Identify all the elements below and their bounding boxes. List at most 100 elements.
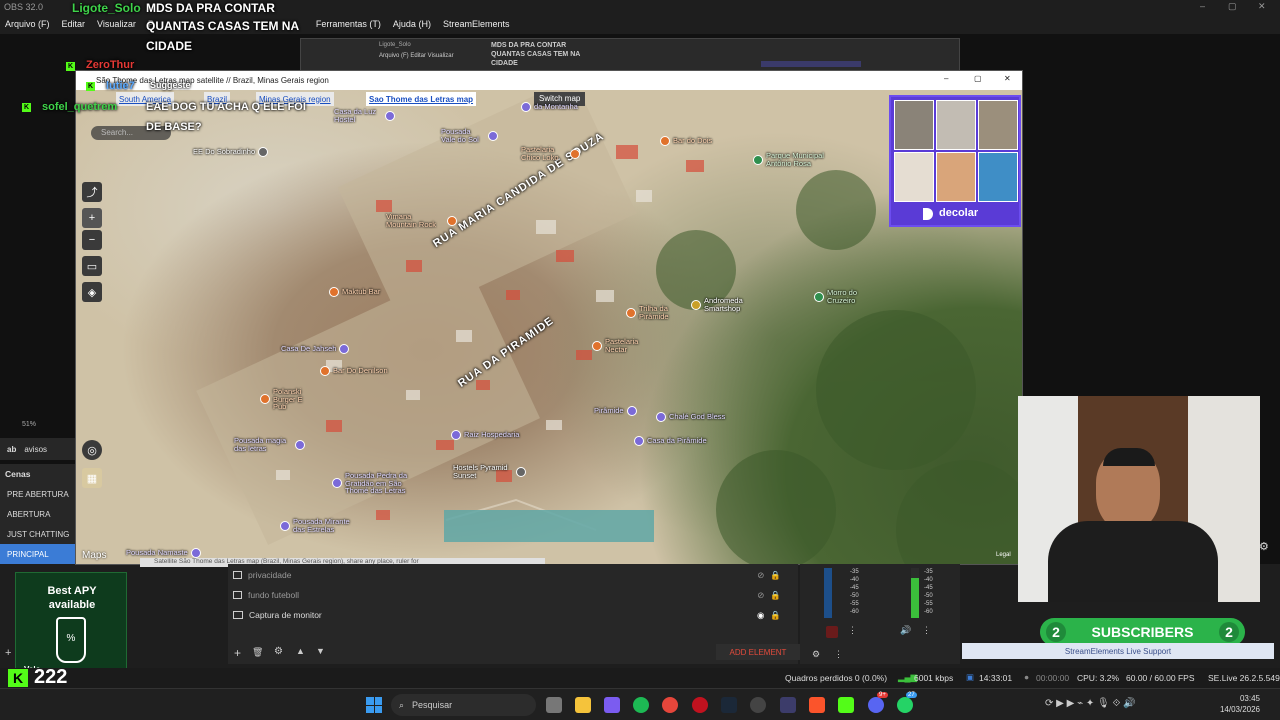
clock-date[interactable]: 14/03/2026 xyxy=(1210,705,1260,714)
poi-pedra-gratidao[interactable]: Pousada Pedra da Gratidão em São Thomé d… xyxy=(332,472,425,495)
source-privacidade[interactable]: privacidade ⊘ 🔒 xyxy=(233,566,793,584)
whatsapp-icon[interactable] xyxy=(897,697,913,713)
lock-icon[interactable]: 🔒 xyxy=(770,610,781,621)
mixer-menu-icon[interactable]: ⋮ xyxy=(848,625,857,636)
poi-magia-letras[interactable]: Pousada magia das letras xyxy=(234,437,305,452)
clock-time[interactable]: 03:45 xyxy=(1230,694,1260,703)
poi-vimana[interactable]: Vimana Mountain Rock xyxy=(386,213,457,228)
hidden-eye-icon[interactable]: ⊘ xyxy=(757,570,764,581)
legal-link[interactable]: Legal xyxy=(996,552,1011,558)
se-support-button[interactable]: StreamElements Live Support xyxy=(962,643,1274,659)
steam-icon[interactable] xyxy=(721,697,737,713)
ruler-icon[interactable]: ▭ xyxy=(82,256,102,276)
poi-pyramid-sunset[interactable]: Hostels Pyramid Sunset xyxy=(453,464,526,479)
kick-app-icon[interactable] xyxy=(838,697,854,713)
menu-editar[interactable]: Editar xyxy=(62,19,86,29)
poi-parque-municipal[interactable]: Parque Municipal Antônio Rosa xyxy=(753,152,846,167)
poi-polanski[interactable]: Polanski Burger E Pub xyxy=(260,388,315,411)
gear-icon[interactable]: ⚙ xyxy=(1259,540,1269,553)
zoom-out-button[interactable]: − xyxy=(82,230,102,250)
poi-morro-cruzeiro[interactable]: Morro do Cruzeiro xyxy=(814,289,867,304)
mixer-settings-icon[interactable]: ⚙ xyxy=(812,649,820,660)
poi-piramide[interactable]: Pirâmide xyxy=(594,406,637,416)
poi-vale-do-sol[interactable]: Pousada Vale do Sol xyxy=(441,128,498,143)
taskbar-search[interactable]: ⌕ Pesquisar xyxy=(391,694,536,716)
menu-arquivo[interactable]: Arquivo (F) xyxy=(5,19,50,29)
audio-source-row[interactable]: ab avisos xyxy=(0,438,75,460)
mute-icon[interactable] xyxy=(826,626,838,638)
poi-andromeda[interactable]: Andromeda Smartshop xyxy=(691,297,754,312)
move-up-icon[interactable]: ▲ xyxy=(296,646,305,656)
poi-chico-loko[interactable]: Pastelaria Chico Loko xyxy=(521,146,580,161)
map-minimize-icon[interactable]: – xyxy=(944,74,948,83)
mixer-menu-icon[interactable]: ⋮ xyxy=(922,625,931,636)
ad-thumb-5[interactable] xyxy=(936,152,976,202)
brave-icon[interactable] xyxy=(809,697,825,713)
decolar-ad[interactable]: decolar xyxy=(889,95,1021,227)
poi-pastelaria-nectar[interactable]: Pastelaria Nectar xyxy=(592,338,651,353)
close-icon[interactable]: ✕ xyxy=(1258,1,1266,12)
scene-just-chatting[interactable]: JUST CHATTING xyxy=(0,524,75,544)
map-maximize-icon[interactable]: ▢ xyxy=(974,74,982,83)
poi-trilha-piramide[interactable]: Trilha da Pirâmide xyxy=(626,305,679,320)
poi-casa-piramide[interactable]: Casa da Pirâmide xyxy=(634,436,707,446)
app-grid-icon[interactable] xyxy=(604,697,620,713)
satellite-map[interactable]: South America Brazil Minas Gerais region… xyxy=(76,90,1022,564)
poi-casa-jahseh[interactable]: Casa De Jahseh xyxy=(281,344,350,354)
discord-icon[interactable] xyxy=(868,697,884,713)
maximize-icon[interactable]: ▢ xyxy=(1228,1,1237,12)
spotify-icon[interactable] xyxy=(633,697,649,713)
hidden-eye-icon[interactable]: ⊘ xyxy=(757,590,764,601)
zoom-in-button[interactable]: + xyxy=(82,208,102,228)
ad-thumb-3[interactable] xyxy=(978,100,1018,150)
poi-da-montanha[interactable]: da Montanha xyxy=(521,102,578,112)
ad-thumb-1[interactable] xyxy=(894,100,934,150)
ad-thumb-2[interactable] xyxy=(936,100,976,150)
trash-icon[interactable]: 🗑 xyxy=(252,647,263,658)
tray-icons[interactable]: ⟳ ▶ ▶ ⌁ ✦ 🎙 ⟐ 🔊 xyxy=(1045,698,1136,709)
app-icon[interactable] xyxy=(780,697,796,713)
poi-maktub-bar[interactable]: Maktub Bar xyxy=(329,287,380,297)
valo-ad[interactable]: Best APY available % Valo xyxy=(15,572,127,678)
ad-thumb-4[interactable] xyxy=(894,152,934,202)
menu-ajuda[interactable]: Ajuda (H) xyxy=(393,19,431,29)
poi-ee-sobradinho[interactable]: EE Do Sobradinho xyxy=(193,147,269,157)
chrome-icon[interactable] xyxy=(662,697,678,713)
share-icon[interactable]: ⤴ xyxy=(82,182,102,202)
poi-raiz-hospedaria[interactable]: Raiz Hospedaria xyxy=(451,430,519,440)
add-element-button[interactable]: ADD ELEMENT xyxy=(716,644,800,660)
lock-icon[interactable]: 🔒 xyxy=(770,570,781,581)
locate-icon[interactable]: ◎ xyxy=(82,440,102,460)
file-explorer-icon[interactable] xyxy=(575,697,591,713)
task-view-icon[interactable] xyxy=(546,697,562,713)
add-source-icon[interactable]: + xyxy=(234,646,241,660)
opera-icon[interactable] xyxy=(692,697,708,713)
scene-abertura[interactable]: ABERTURA xyxy=(0,504,75,524)
poi-mirante-estrelas[interactable]: Pousada Mirante das Estrelas xyxy=(280,518,353,533)
poi-bar-do-dois[interactable]: Bar do Dois xyxy=(660,136,712,146)
poi-casa-da-luz[interactable]: Casa da Luz Hostel xyxy=(334,108,395,123)
current-map-link[interactable]: Sao Thome das Letras map xyxy=(366,92,477,106)
source-fundo-futeboll[interactable]: fundo futeboll ⊘ 🔒 xyxy=(233,586,793,604)
poi-chale-god-bless[interactable]: Chalé God Bless xyxy=(656,412,725,422)
map-close-icon[interactable]: ✕ xyxy=(1004,74,1011,83)
layers-icon[interactable]: ◈ xyxy=(82,282,102,302)
move-down-icon[interactable]: ▼ xyxy=(316,646,325,656)
layer-thumbnail[interactable]: ▦ xyxy=(82,468,102,488)
obs-icon[interactable] xyxy=(750,697,766,713)
gear-icon[interactable]: ⚙ xyxy=(274,646,283,657)
poi-bar-denilson[interactable]: Bar Do Denilson xyxy=(320,366,388,376)
minimize-icon[interactable]: – xyxy=(1200,1,1205,11)
ad-thumb-6[interactable] xyxy=(978,152,1018,202)
windows-start-icon[interactable] xyxy=(366,697,382,713)
menu-visualizar[interactable]: Visualizar xyxy=(97,19,136,29)
menu-ferramentas[interactable]: Ferramentas (T) xyxy=(316,19,381,29)
volume-icon[interactable]: 🔊 xyxy=(900,625,911,636)
eye-icon[interactable]: ◉ xyxy=(757,610,764,621)
scene-pre-abertura[interactable]: PRE ABERTURA xyxy=(0,484,75,504)
mixer-more-icon[interactable]: ⋮ xyxy=(834,649,843,660)
lock-icon[interactable]: 🔒 xyxy=(770,590,781,601)
menu-streamelements[interactable]: StreamElements xyxy=(443,19,510,29)
poi-namaste[interactable]: Pousada Namaste xyxy=(126,548,201,558)
add-scene-icon[interactable]: + xyxy=(5,648,15,659)
